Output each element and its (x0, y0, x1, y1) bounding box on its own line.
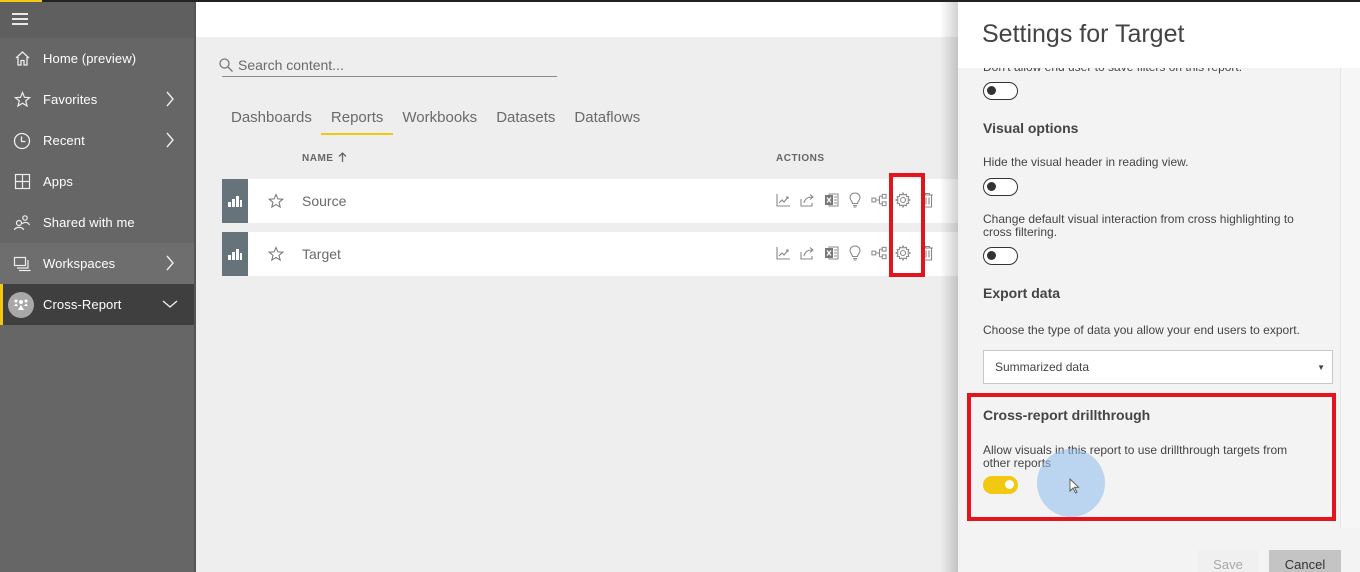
save-filters-toggle[interactable] (983, 82, 1018, 100)
favorite-star-icon[interactable] (268, 246, 284, 262)
sidebar-item-label: Favorites (43, 92, 98, 107)
sidebar-item-label: Home (preview) (43, 51, 137, 66)
sidebar-item-label: Cross-Report (43, 297, 122, 312)
chevron-down-icon[interactable] (162, 296, 178, 312)
sidebar-item-label: Recent (43, 133, 85, 148)
cancel-button[interactable]: Cancel (1269, 550, 1341, 572)
lineage-icon[interactable] (871, 191, 887, 209)
sidebar-item-shared[interactable]: Shared with me (0, 202, 194, 243)
cross-filtering-toggle[interactable] (983, 247, 1018, 265)
tab-workbooks[interactable]: Workbooks (401, 105, 478, 135)
cross-filter-description-line2: cross filtering. (983, 225, 1058, 239)
sidebar-item-home[interactable]: Home (preview) (0, 38, 194, 79)
sidebar-item-workspaces[interactable]: Workspaces (0, 243, 194, 284)
export-data-description: Choose the type of data you allow your e… (983, 323, 1300, 337)
hamburger-menu-icon[interactable] (12, 13, 28, 25)
sidebar-item-cross-report[interactable]: Cross-Report (0, 284, 194, 325)
share-icon[interactable] (799, 191, 815, 209)
sidebar-item-recent[interactable]: Recent (0, 120, 194, 161)
visual-options-heading: Visual options (983, 120, 1079, 136)
workspace-avatar-icon (8, 291, 34, 318)
insights-icon[interactable] (847, 244, 863, 262)
delete-icon[interactable] (919, 244, 935, 262)
star-icon (12, 90, 32, 110)
report-icon (222, 179, 248, 223)
table-row[interactable]: Target (222, 232, 958, 276)
panel-shadow (940, 0, 958, 572)
cross-report-heading: Cross-report drillthrough (983, 407, 1151, 423)
table-row[interactable]: Source (222, 179, 958, 223)
sidebar: Home (preview) Favorites Recent Apps Sha… (0, 0, 196, 572)
workspace-content: Dashboards Reports Workbooks Datasets Da… (196, 37, 958, 572)
panel-header: Settings for Target (958, 2, 1360, 68)
dropdown-caret-icon: ▼ (1317, 363, 1325, 372)
analytics-icon[interactable] (775, 244, 791, 262)
tab-datasets[interactable]: Datasets (495, 105, 556, 135)
cross-report-drillthrough-toggle[interactable] (983, 476, 1018, 494)
settings-icon[interactable] (895, 191, 911, 209)
people-icon (12, 213, 32, 233)
sidebar-item-label: Apps (43, 174, 74, 189)
sidebar-nav: Home (preview) Favorites Recent Apps Sha… (0, 38, 194, 325)
panel-body[interactable]: Don't allow end user to save filters on … (958, 68, 1338, 528)
save-button[interactable]: Save (1198, 550, 1258, 572)
tab-reports[interactable]: Reports (320, 105, 393, 135)
insights-icon[interactable] (847, 191, 863, 209)
export-data-select[interactable]: Summarized data ▼ (983, 350, 1333, 384)
sidebar-item-label: Shared with me (43, 215, 135, 230)
chevron-right-icon[interactable] (162, 255, 178, 271)
export-data-selected-value: Summarized data (995, 360, 1090, 374)
column-header-actions: ACTIONS (776, 153, 825, 164)
filters-description: Don't allow end user to save filters on … (983, 68, 1242, 74)
hide-visual-header-toggle[interactable] (983, 178, 1018, 196)
export-data-heading: Export data (983, 285, 1061, 301)
row-actions (775, 191, 935, 209)
clock-icon (12, 131, 32, 151)
sidebar-item-favorites[interactable]: Favorites (0, 79, 194, 120)
top-bar (196, 2, 958, 37)
sidebar-item-apps[interactable]: Apps (0, 161, 194, 202)
settings-panel: Settings for Target Don't allow end user… (958, 2, 1360, 572)
sidebar-item-label: Workspaces (43, 256, 116, 271)
chevron-right-icon[interactable] (162, 132, 178, 148)
apps-icon (12, 172, 32, 192)
share-icon[interactable] (799, 244, 815, 262)
workspaces-icon (12, 254, 32, 274)
hide-header-description: Hide the visual header in reading view. (983, 155, 1189, 169)
sidebar-header (0, 0, 194, 38)
row-actions (775, 244, 935, 262)
chevron-right-icon[interactable] (162, 91, 178, 107)
top-accent (0, 0, 42, 2)
panel-title: Settings for Target (982, 20, 1185, 48)
search-box[interactable] (219, 53, 557, 77)
tab-dashboards[interactable]: Dashboards (230, 105, 313, 135)
column-header-name-label: NAME (302, 153, 334, 164)
top-strip (0, 0, 1360, 2)
panel-scrollbar[interactable] (1340, 68, 1360, 528)
cross-report-description-line2: other reports (983, 456, 1052, 470)
search-icon (218, 57, 234, 73)
home-icon (12, 49, 32, 69)
search-input[interactable] (238, 56, 538, 73)
settings-icon[interactable] (895, 244, 911, 262)
content-tabs: Dashboards Reports Workbooks Datasets Da… (230, 105, 658, 135)
delete-icon[interactable] (919, 191, 935, 209)
report-icon (222, 232, 248, 276)
report-name[interactable]: Target (302, 246, 341, 262)
report-name[interactable]: Source (302, 193, 346, 209)
column-header-name[interactable]: NAME (302, 152, 347, 165)
favorite-star-icon[interactable] (268, 193, 284, 209)
excel-icon[interactable] (823, 244, 839, 262)
sort-ascending-icon (338, 152, 347, 165)
excel-icon[interactable] (823, 191, 839, 209)
analytics-icon[interactable] (775, 191, 791, 209)
lineage-icon[interactable] (871, 244, 887, 262)
tab-dataflows[interactable]: Dataflows (573, 105, 641, 135)
